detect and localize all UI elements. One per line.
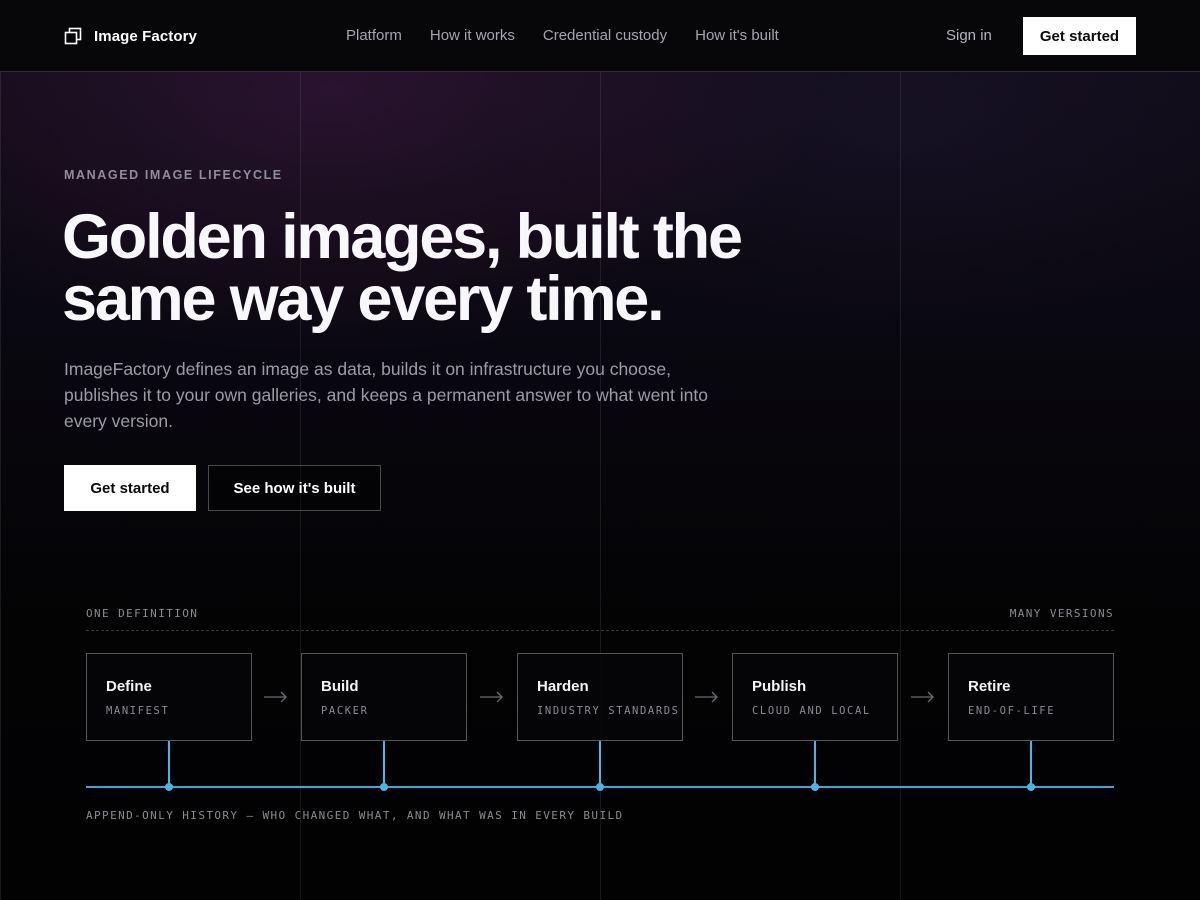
- timeline-dot: [165, 783, 173, 791]
- stage-subtitle: Manifest: [106, 705, 170, 717]
- nav-link-platform[interactable]: Platform: [346, 26, 402, 46]
- hero-eyebrow: MANAGED IMAGE LIFECYCLE: [64, 168, 283, 182]
- pipeline-divider: [86, 630, 1114, 631]
- arrow-right-icon: [480, 691, 503, 703]
- nav-link-how-its-built[interactable]: How it's built: [695, 26, 779, 46]
- timeline-dot: [596, 783, 604, 791]
- nav-links: Platform How it works Credential custody…: [346, 26, 779, 46]
- nav-get-started-button[interactable]: Get started: [1023, 17, 1136, 55]
- stage-subtitle: Cloud and local: [752, 705, 871, 717]
- sign-in-link[interactable]: Sign in: [946, 26, 992, 46]
- timeline-dot: [380, 783, 388, 791]
- nav-link-how-it-works[interactable]: How it works: [430, 26, 515, 46]
- stage-connector: [168, 741, 170, 787]
- timeline-dot: [811, 783, 819, 791]
- pipeline-left-label: One definition: [86, 607, 199, 620]
- nav-link-credential-custody[interactable]: Credential custody: [543, 26, 667, 46]
- stage-build[interactable]: Build Packer: [301, 653, 467, 741]
- stage-title: Publish: [752, 678, 807, 695]
- top-nav: Image Factory Platform How it works Cred…: [0, 0, 1200, 72]
- timeline-dot: [1027, 783, 1035, 791]
- landing-page: Image Factory Platform How it works Cred…: [0, 0, 1200, 900]
- stage-connector: [814, 741, 816, 787]
- stage-title: Define: [106, 678, 152, 695]
- stage-define[interactable]: Define Manifest: [86, 653, 252, 741]
- stage-connector: [1030, 741, 1032, 787]
- hero-headline: Golden images, built the same way every …: [62, 206, 822, 331]
- stacked-squares-icon: [64, 27, 82, 45]
- stage-connector: [599, 741, 601, 787]
- stage-title: Build: [321, 678, 359, 695]
- headline-line-1: Golden images, built the: [62, 202, 743, 272]
- get-started-button[interactable]: Get started: [64, 465, 196, 511]
- stage-harden[interactable]: Harden Industry standards: [517, 653, 683, 741]
- stage-subtitle: End-of-life: [968, 705, 1056, 717]
- stage-subtitle: Packer: [321, 705, 369, 717]
- stage-title: Harden: [537, 678, 589, 695]
- arrow-right-icon: [264, 691, 287, 703]
- brand-name: Image Factory: [94, 27, 198, 45]
- stage-subtitle: Industry standards: [537, 705, 680, 717]
- history-caption: Append-only history — who changed what, …: [86, 809, 624, 822]
- arrow-right-icon: [695, 691, 718, 703]
- hero-description: ImageFactory defines an image as data, b…: [64, 359, 708, 431]
- pipeline-right-label: Many versions: [1009, 607, 1114, 620]
- headline-line-2: same way every time.: [62, 264, 665, 334]
- see-how-its-built-button[interactable]: See how it's built: [208, 465, 381, 511]
- stage-publish[interactable]: Publish Cloud and local: [732, 653, 898, 741]
- grid-line: [0, 72, 1, 900]
- stage-title: Retire: [968, 678, 1011, 695]
- stage-retire[interactable]: Retire End-of-life: [948, 653, 1114, 741]
- arrow-right-icon: [911, 691, 934, 703]
- stage-connector: [383, 741, 385, 787]
- brand-link[interactable]: Image Factory: [64, 24, 197, 48]
- grid-line: [900, 72, 901, 900]
